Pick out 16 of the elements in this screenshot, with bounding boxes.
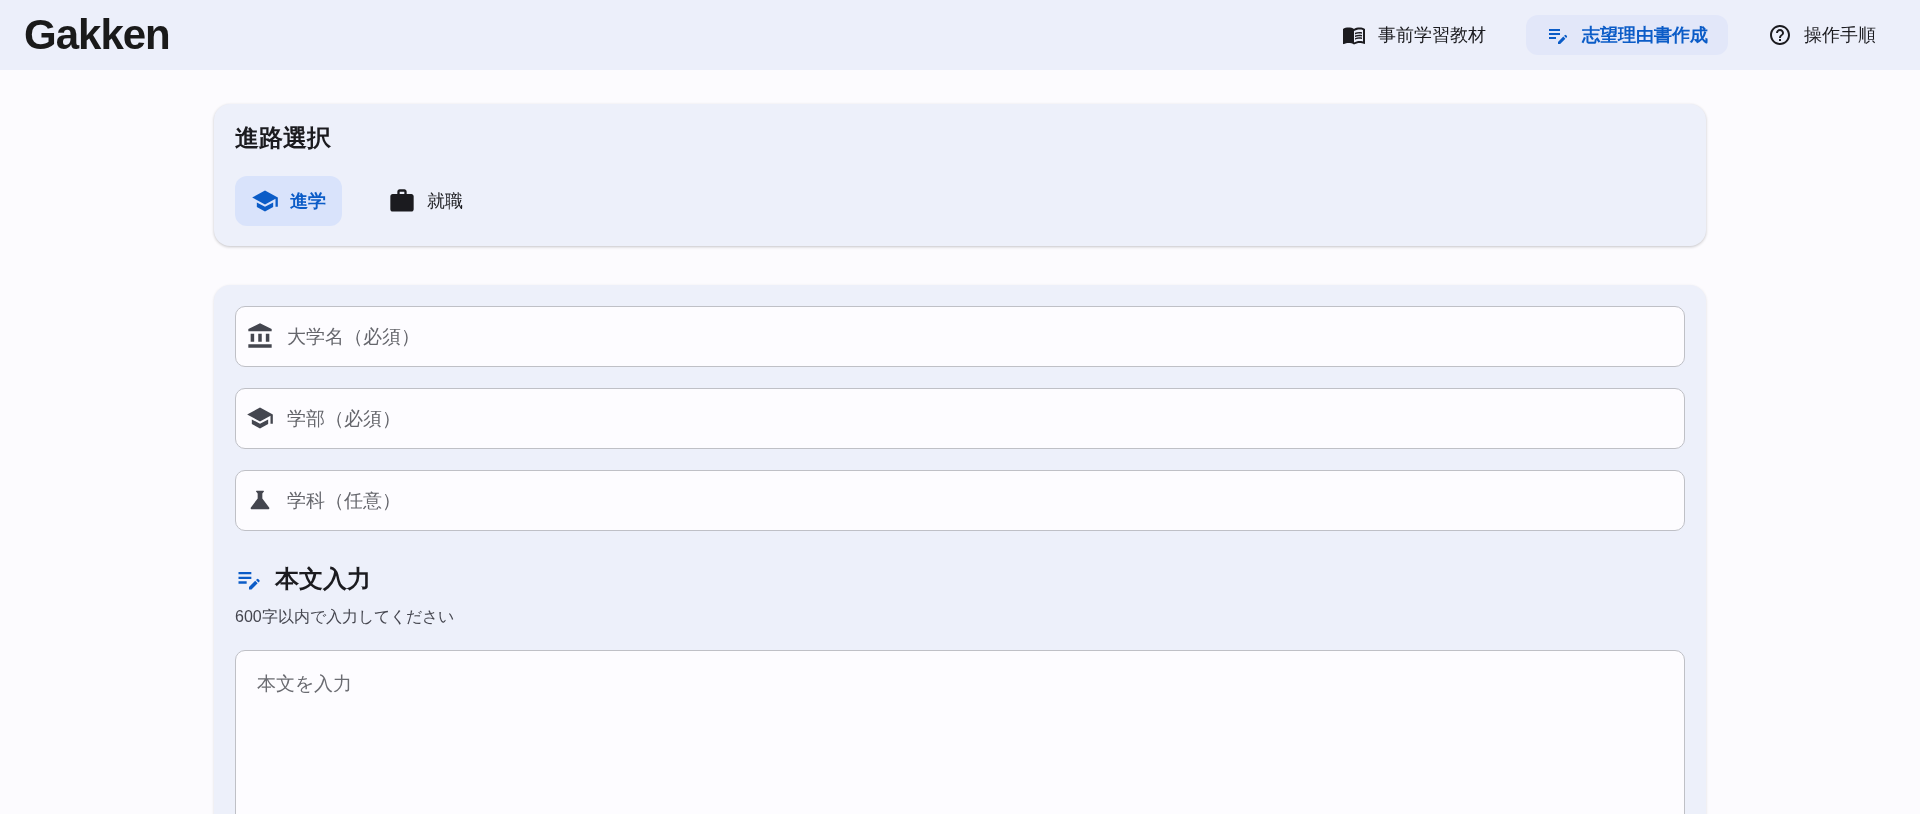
briefcase-icon [388, 187, 416, 215]
body-text-field[interactable]: 本文を入力 [235, 650, 1685, 814]
university-field[interactable]: 大学名（必須） [235, 306, 1685, 367]
nav-tab[interactable]: 志望理由書作成 [1526, 15, 1728, 55]
body-heading: 本文入力 [275, 564, 371, 594]
help-icon [1768, 23, 1792, 47]
path-option-button[interactable]: 就職 [372, 176, 479, 226]
nav-tab[interactable]: 操作手順 [1748, 15, 1896, 55]
logo[interactable]: Gakken [24, 14, 170, 56]
path-option-button[interactable]: 進学 [235, 176, 342, 226]
hint-text: 600字以内で入力してください [235, 607, 454, 627]
nav-tab[interactable]: 事前学習教材 [1322, 15, 1506, 55]
building-columns-icon [246, 322, 274, 350]
section-title: 進路選択 [235, 123, 331, 153]
department-field[interactable]: 学科（任意） [235, 470, 1685, 531]
faculty-field[interactable]: 学部（必須） [235, 388, 1685, 449]
